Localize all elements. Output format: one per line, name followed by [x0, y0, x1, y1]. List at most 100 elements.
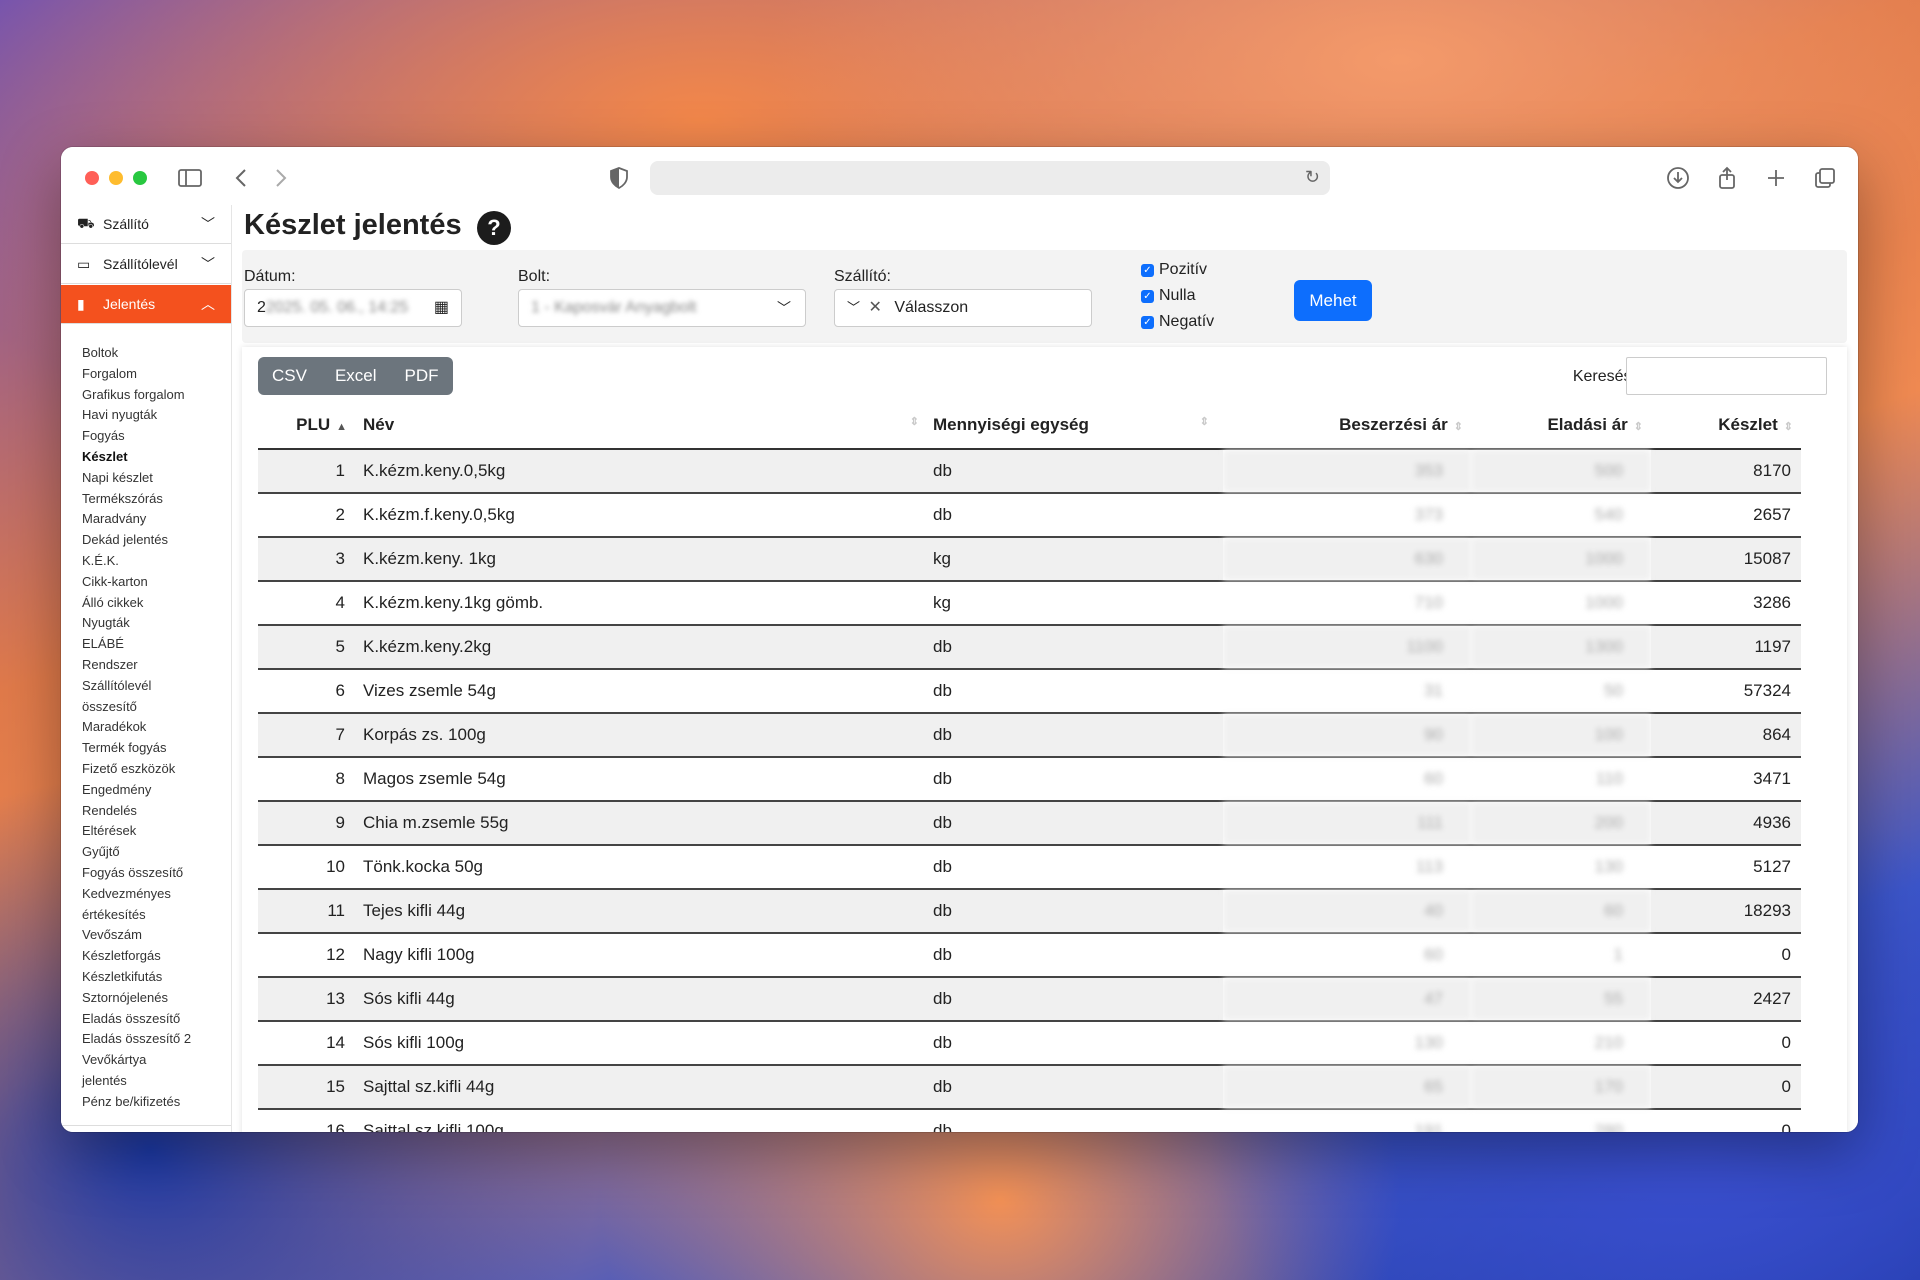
table-row[interactable]: 2 K.kézm.f.keny.0,5kg db 373 540 2657	[258, 493, 1801, 538]
table-row[interactable]: 13 Sós kifli 44g db 47 55 2427	[258, 977, 1801, 1022]
table-row[interactable]: 3 K.kézm.keny. 1kg kg 630 1000 15087	[258, 537, 1801, 582]
report-link[interactable]: Fogyás	[82, 426, 191, 447]
report-link[interactable]: Eladás összesítő 2	[82, 1029, 191, 1050]
table-row[interactable]: 4 K.kézm.keny.1kg gömb. kg 710 1000 3286	[258, 581, 1801, 626]
zoom-window-button[interactable]	[133, 171, 147, 185]
share-icon[interactable]	[1714, 165, 1740, 191]
close-window-button[interactable]	[85, 171, 99, 185]
cell-sale-price: 130	[1471, 845, 1651, 890]
privacy-shield-icon[interactable]	[606, 165, 632, 191]
cell-stock: 864	[1651, 713, 1801, 758]
report-link[interactable]: Maradékok	[82, 717, 191, 738]
report-link[interactable]: Kedvezményes	[82, 884, 191, 905]
report-link[interactable]: ELÁBÉ	[82, 634, 191, 655]
report-link[interactable]: Maradvány	[82, 509, 191, 530]
table-row[interactable]: 16 Sajttal sz.kifli 100g db 191 280 0	[258, 1109, 1801, 1132]
column-header-name[interactable]: Név ⇕	[363, 401, 933, 450]
negative-checkbox[interactable]: ✓ Negatív	[1141, 313, 1214, 331]
report-link[interactable]: Álló cikkek	[82, 593, 191, 614]
cell-name: Chia m.zsemle 55g	[363, 801, 933, 846]
report-link[interactable]: jelentés	[82, 1071, 191, 1092]
report-link[interactable]: Készletkifutás	[82, 967, 191, 988]
report-link[interactable]: Termékszórás	[82, 489, 191, 510]
report-link[interactable]: Vevőszám	[82, 925, 191, 946]
sidebar-item-jelentes[interactable]: ▮ Jelentés ︿	[61, 285, 231, 324]
report-link[interactable]: összesítő	[82, 697, 191, 718]
sidebar-item-szallito[interactable]: ⛟ Szállító ﹀	[61, 205, 231, 244]
cell-purchase-price: 710	[1223, 581, 1471, 626]
positive-checkbox[interactable]: ✓ Pozitív	[1141, 261, 1207, 279]
report-link[interactable]: Napi készlet	[82, 468, 191, 489]
pdf-button[interactable]: PDF	[391, 357, 453, 395]
report-link[interactable]: Boltok	[82, 343, 191, 364]
report-link[interactable]: Dekád jelentés	[82, 530, 191, 551]
table-row[interactable]: 12 Nagy kifli 100g db 60 1 0	[258, 933, 1801, 978]
report-link[interactable]: Rendelés	[82, 801, 191, 822]
report-link[interactable]: Eladás összesítő	[82, 1009, 191, 1030]
column-header-plu[interactable]: PLU ▲	[258, 401, 363, 450]
column-header-purchase-price[interactable]: Beszerzési ár ⇕	[1223, 401, 1471, 450]
zero-checkbox[interactable]: ✓ Nulla	[1141, 287, 1195, 305]
report-link[interactable]: Gyűjtő	[82, 842, 191, 863]
table-row[interactable]: 8 Magos zsemle 54g db 60 110 3471	[258, 757, 1801, 802]
table-row[interactable]: 5 K.kézm.keny.2kg db 1100 1300 1197	[258, 625, 1801, 670]
go-button[interactable]: Mehet	[1294, 280, 1372, 321]
tab-overview-icon[interactable]	[1812, 165, 1838, 191]
report-link[interactable]: Forgalom	[82, 364, 191, 385]
report-link[interactable]: Engedmény	[82, 780, 191, 801]
report-link[interactable]: Pénz be/kifizetés	[82, 1092, 191, 1113]
browser-window: ↻ ⛟ Szállító ﹀ ▭ Szállítólevél ﹀ ▮ Jelen…	[61, 147, 1858, 1132]
table-row[interactable]: 10 Tönk.kocka 50g db 113 130 5127	[258, 845, 1801, 890]
table-row[interactable]: 7 Korpás zs. 100g db 90 100 864	[258, 713, 1801, 758]
report-link[interactable]: Nyugták	[82, 613, 191, 634]
column-header-stock[interactable]: Készlet ⇕	[1651, 401, 1801, 450]
cell-name: Tejes kifli 44g	[363, 889, 933, 934]
column-header-sale-price[interactable]: Eladási ár ⇕	[1471, 401, 1651, 450]
table-row[interactable]: 1 K.kézm.keny.0,5kg db 353 500 8170	[258, 449, 1801, 494]
report-link[interactable]: Vevőkártya	[82, 1050, 191, 1071]
forward-icon[interactable]	[267, 165, 293, 191]
help-icon[interactable]: ?	[477, 211, 511, 245]
sidebar-toggle-icon[interactable]	[177, 165, 203, 191]
report-link[interactable]: Fizető eszközök	[82, 759, 191, 780]
clear-icon[interactable]: ✕	[868, 299, 881, 316]
sidebar-item-szallitolevel[interactable]: ▭ Szállítólevél ﹀	[61, 245, 231, 284]
report-link-active[interactable]: Készlet	[82, 447, 191, 468]
report-link[interactable]: Grafikus forgalom	[82, 385, 191, 406]
downloads-icon[interactable]	[1665, 165, 1691, 191]
excel-button[interactable]: Excel	[321, 357, 391, 395]
report-link[interactable]: értékesítés	[82, 905, 191, 926]
report-link[interactable]: Készletforgás	[82, 946, 191, 967]
report-link[interactable]: Sztornójelenés	[82, 988, 191, 1009]
report-link[interactable]: Havi nyugták	[82, 405, 191, 426]
sort-icon: ⇕	[1453, 420, 1463, 433]
table-row[interactable]: 14 Sós kifli 100g db 130 210 0	[258, 1021, 1801, 1066]
table-row[interactable]: 15 Sajttal sz.kifli 44g db 65 170 0	[258, 1065, 1801, 1110]
address-bar[interactable]: ↻	[650, 161, 1330, 195]
reload-icon[interactable]: ↻	[1305, 167, 1320, 188]
table-row[interactable]: 11 Tejes kifli 44g db 40 60 18293	[258, 889, 1801, 934]
search-input[interactable]	[1626, 357, 1827, 395]
minimize-window-button[interactable]	[109, 171, 123, 185]
report-link[interactable]: Cikk-karton	[82, 572, 191, 593]
column-header-unit[interactable]: Mennyiségi egység ⇕	[933, 401, 1223, 450]
table-row[interactable]: 6 Vizes zsemle 54g db 31 50 57324	[258, 669, 1801, 714]
cell-sale-price: 200	[1471, 801, 1651, 846]
report-link[interactable]: Termék fogyás	[82, 738, 191, 759]
report-link[interactable]: Szállítólevél	[82, 676, 191, 697]
report-link[interactable]: Rendszer	[82, 655, 191, 676]
new-tab-icon[interactable]	[1763, 165, 1789, 191]
report-link[interactable]: Fogyás összesítő	[82, 863, 191, 884]
back-icon[interactable]	[229, 165, 255, 191]
shop-select[interactable]: 1 - Kaposvár Anyagbolt ﹀	[518, 289, 806, 327]
supplier-select[interactable]: ﹀ ✕ Válasszon	[834, 289, 1092, 327]
report-link[interactable]: Eltérések	[82, 821, 191, 842]
cell-unit: db	[933, 845, 1223, 890]
chevron-down-icon[interactable]: ﹀	[847, 300, 860, 315]
date-input[interactable]: 22025. 05. 06., 14:25 ▦	[244, 289, 462, 327]
csv-button[interactable]: CSV	[258, 357, 321, 395]
calendar-icon[interactable]: ▦	[434, 290, 449, 326]
table-row[interactable]: 9 Chia m.zsemle 55g db 111 200 4936	[258, 801, 1801, 846]
report-link[interactable]: K.É.K.	[82, 551, 191, 572]
date-value: 2025. 05. 06., 14:25	[265, 299, 409, 316]
